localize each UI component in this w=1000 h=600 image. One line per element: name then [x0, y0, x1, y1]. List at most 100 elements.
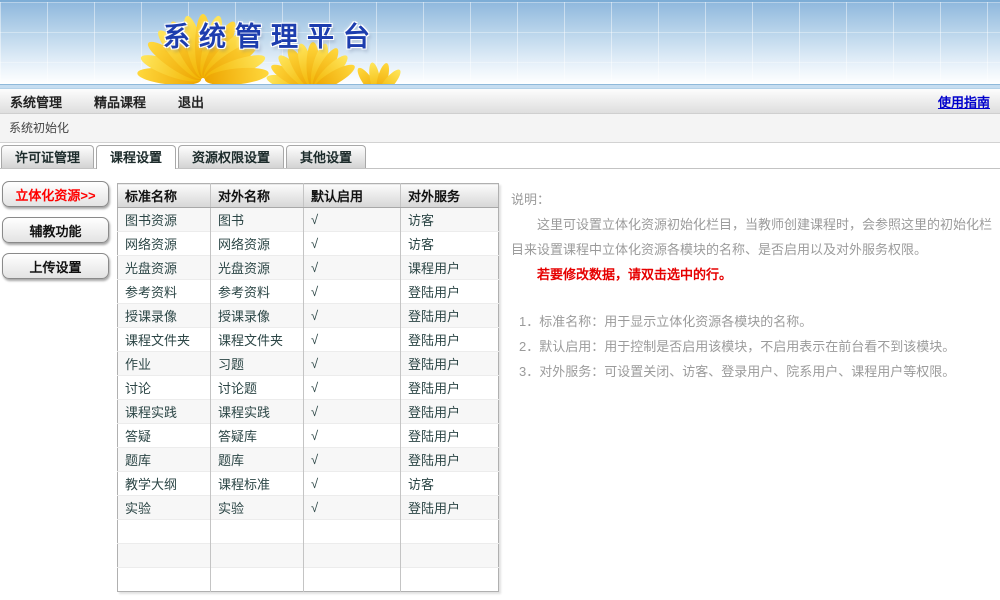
table-row[interactable]: 作业习题√登陆用户	[118, 352, 499, 376]
table-cell: √	[304, 400, 401, 424]
table-cell: 题库	[118, 448, 211, 472]
table-row-empty	[118, 520, 499, 544]
table-cell: 访客	[401, 232, 499, 256]
table-row[interactable]: 课程实践课程实践√登陆用户	[118, 400, 499, 424]
table-cell: 课程标准	[211, 472, 304, 496]
table-cell: 光盘资源	[118, 256, 211, 280]
info-note: 1．标准名称：用于显示立体化资源各模块的名称。	[511, 309, 996, 334]
table-cell	[211, 544, 304, 568]
info-note: 3．对外服务：可设置关闭、访客、登录用户、院系用户、课程用户等权限。	[511, 359, 996, 384]
table-cell	[401, 568, 499, 592]
info-paragraph: 这里可设置立体化资源初始化栏目，当教师创建课程时，会参照这里的初始化栏目来设置课…	[511, 212, 996, 262]
table-cell: 实验	[118, 496, 211, 520]
page-title: 系统管理平台	[163, 15, 379, 54]
table-cell: √	[304, 304, 401, 328]
table-cell: √	[304, 448, 401, 472]
resource-table-wrap: 标准名称对外名称默认启用对外服务 图书资源图书√访客网络资源网络资源√访客光盘资…	[117, 183, 499, 592]
table-row[interactable]: 网络资源网络资源√访客	[118, 232, 499, 256]
table-cell: √	[304, 424, 401, 448]
table-row[interactable]: 图书资源图书√访客	[118, 208, 499, 232]
table-cell: 登陆用户	[401, 448, 499, 472]
table-cell: 登陆用户	[401, 304, 499, 328]
sidebar-button[interactable]: 立体化资源>>	[2, 181, 109, 207]
table-cell: 登陆用户	[401, 376, 499, 400]
info-warning: 若要修改数据，请双击选中的行。	[511, 262, 996, 287]
table-cell: 光盘资源	[211, 256, 304, 280]
table-cell: 习题	[211, 352, 304, 376]
menu-item[interactable]: 系统管理	[10, 92, 62, 111]
table-cell: 课程文件夹	[211, 328, 304, 352]
tab[interactable]: 资源权限设置	[178, 145, 284, 168]
table-body: 图书资源图书√访客网络资源网络资源√访客光盘资源光盘资源√课程用户参考资料参考资…	[118, 208, 499, 592]
table-cell: 答疑库	[211, 424, 304, 448]
resource-table: 标准名称对外名称默认启用对外服务 图书资源图书√访客网络资源网络资源√访客光盘资…	[117, 183, 499, 592]
table-cell	[304, 520, 401, 544]
tabstrip: 许可证管理课程设置资源权限设置其他设置	[0, 143, 1000, 169]
info-note: 2．默认启用：用于控制是否启用该模块，不启用表示在前台看不到该模块。	[511, 334, 996, 359]
sidebar-button[interactable]: 上传设置	[2, 253, 109, 279]
sidebar-button[interactable]: 辅教功能	[2, 217, 109, 243]
table-row[interactable]: 题库题库√登陆用户	[118, 448, 499, 472]
table-cell	[118, 544, 211, 568]
table-row[interactable]: 光盘资源光盘资源√课程用户	[118, 256, 499, 280]
info-heading: 说明：	[511, 187, 996, 212]
table-cell: 图书资源	[118, 208, 211, 232]
tab[interactable]: 其他设置	[286, 145, 366, 168]
table-cell	[118, 520, 211, 544]
column-header: 默认启用	[304, 184, 401, 208]
table-cell: 题库	[211, 448, 304, 472]
column-header: 对外服务	[401, 184, 499, 208]
table-cell: 作业	[118, 352, 211, 376]
menu-item[interactable]: 退出	[178, 92, 204, 111]
table-cell: 访客	[401, 472, 499, 496]
table-cell	[211, 568, 304, 592]
table-cell: √	[304, 232, 401, 256]
banner: 系统管理平台	[0, 0, 1000, 84]
table-cell: 课程实践	[211, 400, 304, 424]
info-panel: 说明： 这里可设置立体化资源初始化栏目，当教师创建课程时，会参照这里的初始化栏目…	[511, 187, 996, 384]
help-guide-link[interactable]: 使用指南	[938, 92, 990, 111]
table-cell: 登陆用户	[401, 352, 499, 376]
table-row[interactable]: 课程文件夹课程文件夹√登陆用户	[118, 328, 499, 352]
table-row[interactable]: 教学大纲课程标准√访客	[118, 472, 499, 496]
menu-item[interactable]: 精品课程	[94, 92, 146, 111]
table-cell: 网络资源	[118, 232, 211, 256]
info-notes: 1．标准名称：用于显示立体化资源各模块的名称。2．默认启用：用于控制是否启用该模…	[511, 309, 996, 384]
table-cell: 讨论	[118, 376, 211, 400]
table-cell: 登陆用户	[401, 328, 499, 352]
table-cell	[304, 544, 401, 568]
table-cell: 课程文件夹	[118, 328, 211, 352]
table-header-row: 标准名称对外名称默认启用对外服务	[118, 184, 499, 208]
table-cell: √	[304, 472, 401, 496]
table-cell	[118, 568, 211, 592]
table-cell: 实验	[211, 496, 304, 520]
table-cell: √	[304, 376, 401, 400]
table-cell: 答疑	[118, 424, 211, 448]
table-cell: 登陆用户	[401, 424, 499, 448]
table-cell: 登陆用户	[401, 400, 499, 424]
table-cell	[304, 568, 401, 592]
tab[interactable]: 许可证管理	[1, 145, 94, 168]
sidebar: 立体化资源>> 辅教功能上传设置	[0, 169, 114, 289]
table-cell: √	[304, 328, 401, 352]
table-cell: 网络资源	[211, 232, 304, 256]
table-row[interactable]: 授课录像授课录像√登陆用户	[118, 304, 499, 328]
table-row[interactable]: 实验实验√登陆用户	[118, 496, 499, 520]
menubar: 系统管理 精品课程 退出 使用指南	[0, 89, 1000, 114]
column-header: 标准名称	[118, 184, 211, 208]
table-cell: 课程实践	[118, 400, 211, 424]
table-row[interactable]: 讨论讨论题√登陆用户	[118, 376, 499, 400]
table-cell: 授课录像	[118, 304, 211, 328]
table-cell: √	[304, 496, 401, 520]
column-header: 对外名称	[211, 184, 304, 208]
content-area: 立体化资源>> 辅教功能上传设置 标准名称对外名称默认启用对外服务 图书资源图书√…	[0, 169, 1000, 592]
table-row-empty	[118, 568, 499, 592]
table-row-empty	[118, 544, 499, 568]
table-cell	[211, 520, 304, 544]
tab[interactable]: 课程设置	[96, 145, 176, 169]
table-cell: 讨论题	[211, 376, 304, 400]
table-row[interactable]: 答疑答疑库√登陆用户	[118, 424, 499, 448]
table-row[interactable]: 参考资料参考资料√登陆用户	[118, 280, 499, 304]
menu-items: 系统管理 精品课程 退出	[10, 92, 236, 111]
table-cell: 参考资料	[118, 280, 211, 304]
